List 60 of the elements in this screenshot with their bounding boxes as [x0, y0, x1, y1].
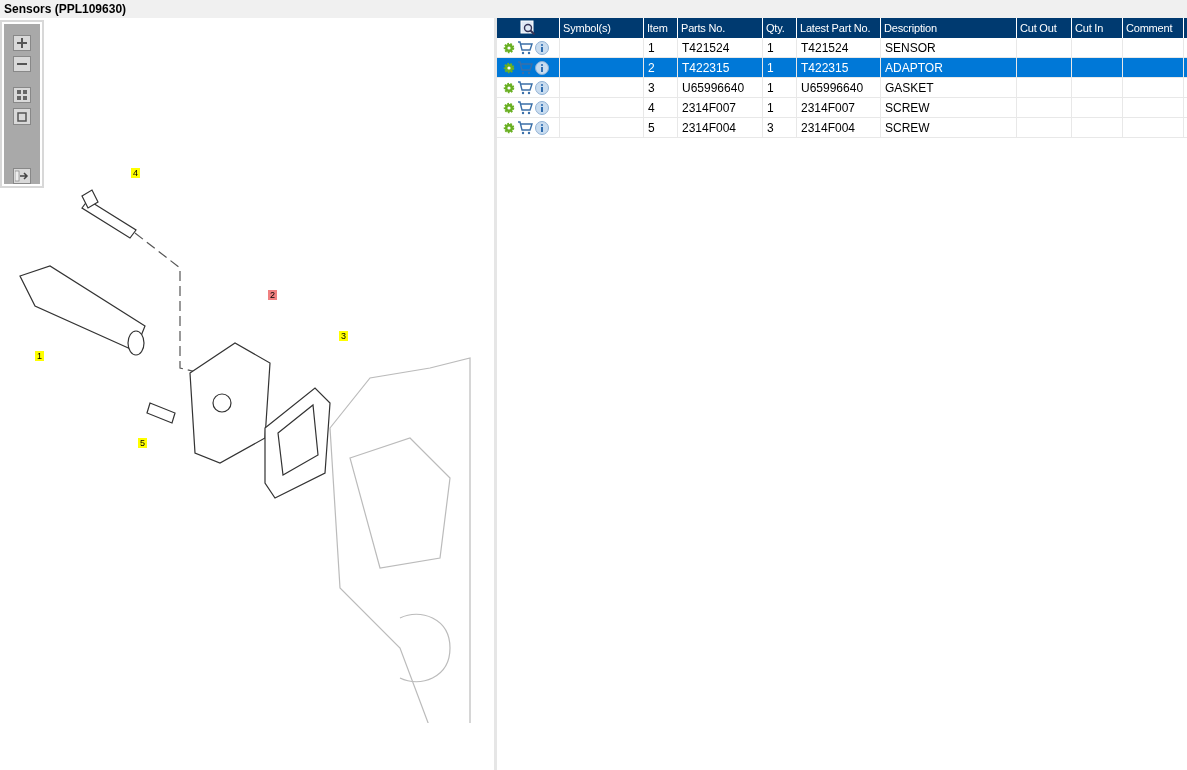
table-cell-text: 1: [767, 99, 774, 117]
fit-view-button[interactable]: [13, 108, 31, 125]
table-cell-text: 1: [648, 39, 655, 57]
table-cell-text: 3: [767, 119, 774, 137]
table-cell-text: 1: [767, 59, 774, 77]
grid-icon: [16, 89, 28, 102]
gear-icon[interactable]: [503, 41, 515, 54]
table-cell-text: T421524: [682, 39, 730, 57]
callout-label[interactable]: 2: [268, 290, 277, 300]
gear-icon[interactable]: [503, 101, 515, 114]
info-icon[interactable]: [535, 100, 549, 115]
gear-icon[interactable]: [503, 121, 515, 134]
zoom-in-button[interactable]: [13, 35, 31, 52]
table-cell-text: 2314F007: [682, 99, 737, 117]
callout-label[interactable]: 1: [35, 351, 44, 361]
square-icon: [16, 110, 28, 123]
table-cell-text: T421524: [801, 39, 849, 57]
list-arrow-icon: [15, 169, 29, 182]
panel-toggle-button[interactable]: [13, 167, 31, 184]
info-icon[interactable]: [535, 80, 549, 95]
table-cell-text: GASKET: [885, 79, 934, 97]
callout-label[interactable]: 5: [138, 438, 147, 448]
table-cell-text: 3: [648, 79, 655, 97]
table-row[interactable]: 1 T421524 1 T421524 SENSOR: [497, 38, 1187, 58]
table-row[interactable]: 3 U65996640 1 U65996640 GASKET: [497, 78, 1187, 98]
table-cell-text: 2314F004: [801, 119, 856, 137]
table-cell-text: 4: [648, 99, 655, 117]
info-icon[interactable]: [535, 40, 549, 55]
table-cell-text: U65996640: [682, 79, 745, 97]
table-cell-text: T422315: [682, 59, 730, 77]
table-row[interactable]: 2 T422315 1 T422315 ADAPTOR: [497, 58, 1187, 78]
callout-label[interactable]: 4: [131, 168, 140, 178]
search-icon: [520, 20, 536, 36]
table-cell-text: SCREW: [885, 119, 930, 137]
info-icon[interactable]: [535, 120, 549, 135]
cart-icon[interactable]: [517, 100, 533, 115]
plus-icon: [16, 37, 28, 50]
table-cell-text: SENSOR: [885, 39, 936, 57]
table-cell-text: U65996640: [801, 79, 864, 97]
table-cell-text: 1: [767, 39, 774, 57]
table-cell-text: 2: [648, 59, 655, 77]
cart-icon[interactable]: [517, 40, 533, 55]
table-cell-text: ADAPTOR: [885, 59, 943, 77]
cart-icon[interactable]: [517, 120, 533, 135]
gear-icon[interactable]: [503, 81, 515, 94]
gear-icon[interactable]: [503, 61, 515, 74]
table-cell-text: 1: [767, 79, 774, 97]
zoom-out-button[interactable]: [13, 56, 31, 73]
info-icon[interactable]: [535, 60, 549, 75]
table-cell-text: 2314F007: [801, 99, 856, 117]
table-cell-text: SCREW: [885, 99, 930, 117]
table-cell-text: 2314F004: [682, 119, 737, 137]
title-bar: Sensors (PPL109630): [0, 0, 1187, 18]
table-row[interactable]: 4 2314F007 1 2314F007 SCREW: [497, 98, 1187, 118]
table-cell-text: T422315: [801, 59, 849, 77]
table-cell-text: 5: [648, 119, 655, 137]
table-row[interactable]: 5 2314F004 3 2314F004 SCREW: [497, 118, 1187, 138]
callout-label[interactable]: 3: [339, 331, 348, 341]
cart-icon[interactable]: [517, 80, 533, 95]
grid-view-button[interactable]: [13, 87, 31, 104]
